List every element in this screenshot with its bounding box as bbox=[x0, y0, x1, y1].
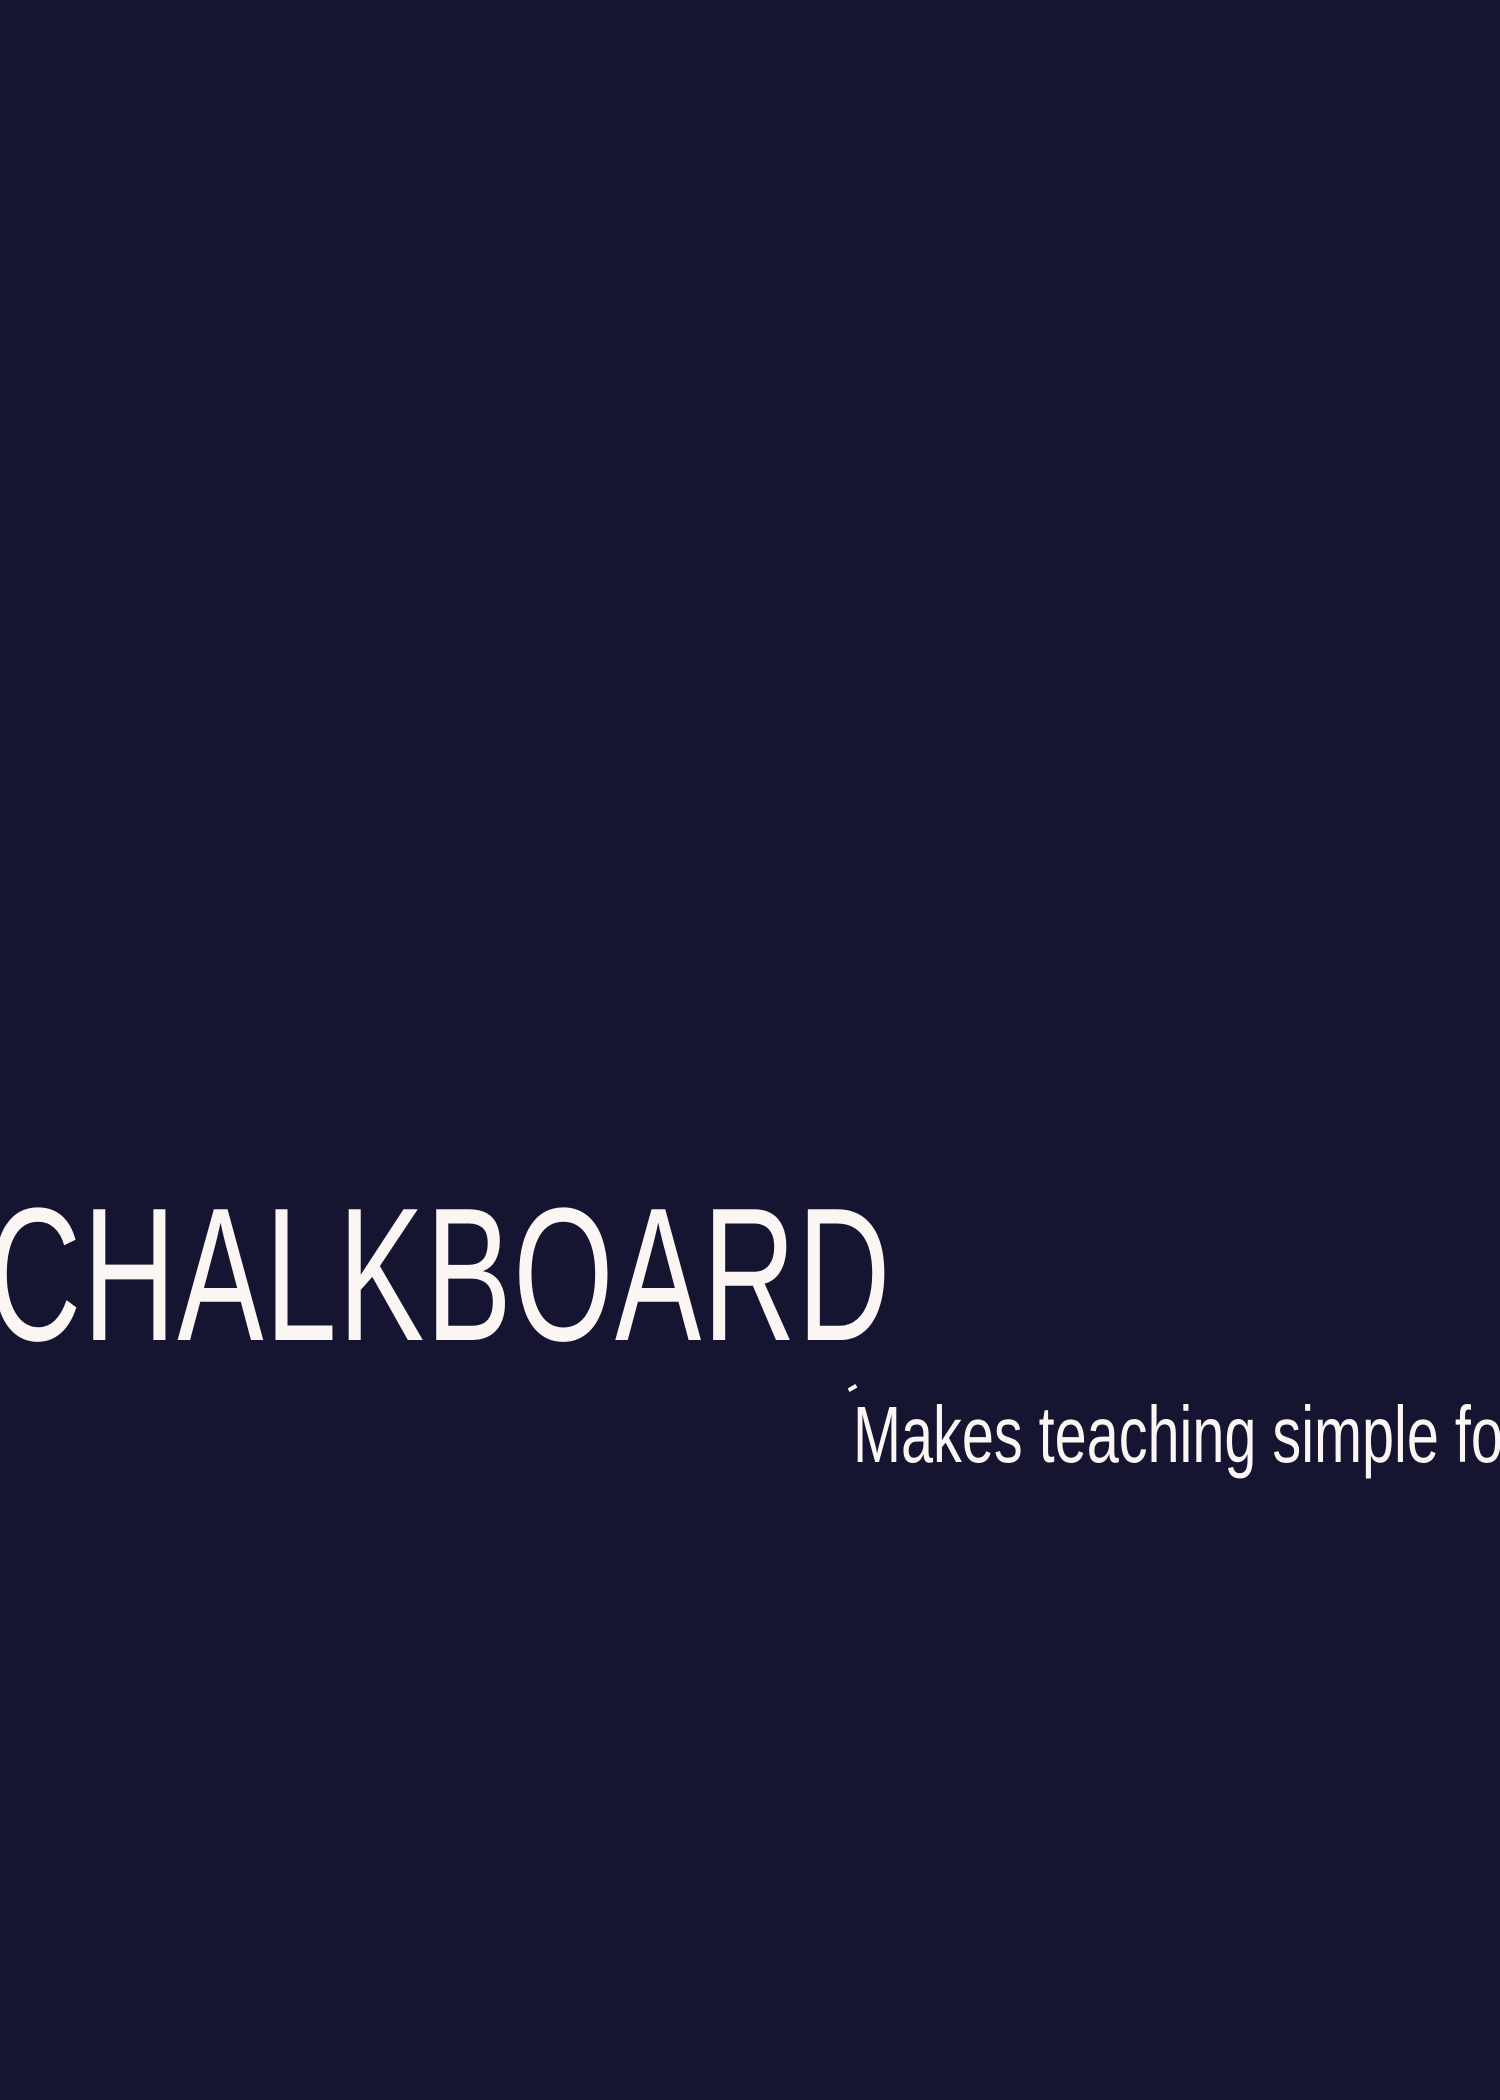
tagline: Makes teaching simple fo bbox=[853, 1390, 1500, 1479]
tagline-container: Makes teaching simple fo bbox=[848, 1378, 1500, 1488]
page-title: CHALKBOARD bbox=[0, 1169, 892, 1381]
